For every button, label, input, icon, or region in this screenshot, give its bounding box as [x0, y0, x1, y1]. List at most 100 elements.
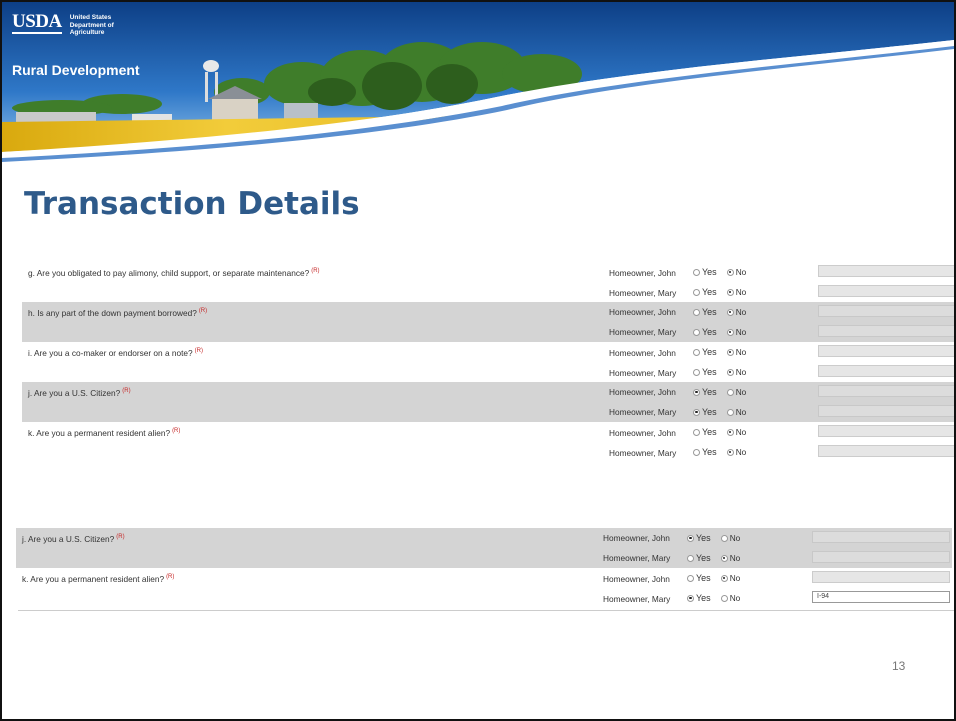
question-label: k. Are you a permanent resident alien?: [28, 428, 171, 438]
borrower-name: Homeowner, John: [609, 268, 676, 278]
no-label: No: [729, 573, 741, 583]
required-marker: (R): [122, 388, 131, 395]
no-radio[interactable]: [720, 534, 728, 542]
no-radio[interactable]: [726, 428, 734, 436]
detail-input[interactable]: I-94: [812, 591, 950, 603]
usda-logo[interactable]: USDA United States Department of Agricul…: [12, 12, 114, 37]
detail-input[interactable]: [818, 425, 954, 437]
yes-no-options: Yes No: [687, 573, 748, 583]
yes-radio[interactable]: [693, 448, 700, 456]
yes-label: Yes: [702, 287, 717, 297]
no-radio[interactable]: [726, 268, 734, 276]
yes-label: Yes: [696, 533, 711, 543]
borrower-name: Homeowner, Mary: [609, 448, 677, 458]
detail-input[interactable]: [812, 571, 950, 583]
no-label: No: [735, 427, 747, 437]
no-radio[interactable]: [726, 328, 734, 336]
no-radio[interactable]: [726, 288, 734, 296]
yes-no-options: Yes No: [693, 447, 754, 457]
detail-input[interactable]: [818, 405, 954, 417]
detail-input[interactable]: [818, 385, 954, 397]
no-radio[interactable]: [720, 574, 728, 582]
yes-no-options: Yes No: [693, 347, 754, 357]
page-title: Transaction Details: [24, 186, 360, 222]
yes-radio[interactable]: [693, 288, 700, 296]
yes-no-options: Yes No: [687, 593, 748, 603]
detail-input[interactable]: [812, 531, 950, 543]
yes-label: Yes: [702, 327, 717, 337]
borrower-name: Homeowner, John: [603, 533, 670, 543]
yes-radio[interactable]: [693, 328, 700, 336]
yes-radio[interactable]: [693, 408, 700, 416]
question-text: h. Is any part of the down payment borro…: [28, 308, 207, 318]
department-line-1: United States: [69, 14, 112, 21]
yes-label: Yes: [696, 593, 711, 603]
question-label: j. Are you a U.S. Citizen?: [22, 534, 115, 544]
no-label: No: [735, 267, 747, 277]
question-row: j. Are you a U.S. Citizen? (R) Homeowner, …: [16, 528, 952, 548]
department-name: United States Department of Agriculture: [70, 14, 114, 37]
question-text: g. Are you obligated to pay alimony, chi…: [28, 268, 320, 278]
agency-name: Rural Development: [12, 62, 140, 78]
transaction-form-top: g. Are you obligated to pay alimony, chi…: [22, 262, 954, 462]
borrower-name: Homeowner, John: [609, 387, 676, 397]
question-row: Homeowner, Mary Yes No: [16, 548, 952, 568]
detail-input[interactable]: [818, 445, 954, 457]
question-row: j. Are you a U.S. Citizen? (R) Homeowner, …: [22, 382, 954, 402]
no-radio[interactable]: [726, 408, 734, 416]
yes-no-options: Yes No: [687, 553, 748, 563]
no-radio[interactable]: [726, 448, 734, 456]
department-line-2: Department of: [69, 21, 114, 29]
yes-radio[interactable]: [693, 368, 700, 376]
required-marker: (R): [116, 534, 125, 541]
no-label: No: [735, 447, 747, 457]
question-text: k. Are you a permanent resident alien? (R…: [22, 574, 174, 584]
divider-line: [18, 610, 954, 611]
question-row: k. Are you a permanent resident alien? (R…: [22, 422, 954, 442]
no-label: No: [729, 553, 741, 563]
borrower-name: Homeowner, Mary: [609, 368, 677, 378]
question-text: j. Are you a U.S. Citizen? (R): [28, 388, 131, 398]
question-text: k. Are you a permanent resident alien? (R…: [28, 428, 180, 438]
yes-radio[interactable]: [687, 554, 694, 562]
detail-input[interactable]: [818, 345, 954, 357]
detail-input[interactable]: [818, 305, 954, 317]
yes-radio[interactable]: [693, 428, 700, 436]
required-marker: (R): [311, 268, 320, 275]
question-label: i. Are you a co-maker or endorser on a n…: [28, 348, 193, 358]
yes-label: Yes: [702, 307, 717, 317]
borrower-name: Homeowner, John: [609, 307, 676, 317]
detail-input[interactable]: [818, 265, 954, 277]
no-radio[interactable]: [720, 554, 728, 562]
yes-radio[interactable]: [687, 574, 694, 582]
no-radio[interactable]: [726, 348, 734, 356]
detail-input[interactable]: [812, 551, 950, 563]
no-radio[interactable]: [720, 594, 728, 602]
yes-radio[interactable]: [693, 348, 700, 356]
yes-radio[interactable]: [687, 594, 694, 602]
question-label: h. Is any part of the down payment borro…: [28, 308, 197, 318]
no-radio[interactable]: [726, 308, 734, 316]
yes-label: Yes: [702, 267, 717, 277]
detail-input[interactable]: [818, 325, 954, 337]
no-label: No: [735, 347, 747, 357]
yes-radio[interactable]: [693, 388, 700, 396]
borrower-name: Homeowner, Mary: [609, 407, 677, 417]
yes-radio[interactable]: [693, 308, 700, 316]
yes-radio[interactable]: [693, 268, 700, 276]
yes-no-options: Yes No: [693, 407, 754, 417]
question-label: j. Are you a U.S. Citizen?: [28, 388, 121, 398]
no-label: No: [735, 287, 747, 297]
borrower-name: Homeowner, Mary: [603, 553, 671, 563]
header-banner: USDA United States Department of Agricul…: [2, 2, 954, 167]
detail-input[interactable]: [818, 285, 954, 297]
no-radio[interactable]: [726, 368, 734, 376]
slide: USDA United States Department of Agricul…: [0, 0, 956, 721]
yes-label: Yes: [702, 427, 717, 437]
detail-input[interactable]: [818, 365, 954, 377]
no-radio[interactable]: [726, 388, 734, 396]
yes-radio[interactable]: [687, 534, 694, 542]
yes-label: Yes: [702, 367, 717, 377]
yes-no-options: Yes No: [693, 307, 754, 317]
yes-label: Yes: [702, 407, 717, 417]
